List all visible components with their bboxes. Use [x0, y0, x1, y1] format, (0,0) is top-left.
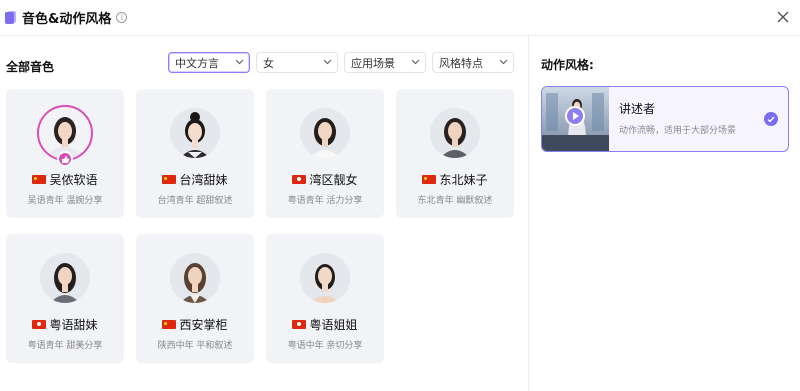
motion-style-name: 讲述者: [619, 102, 656, 116]
close-icon[interactable]: [776, 10, 790, 24]
voice-avatar: [300, 108, 350, 158]
cn-flag-icon: [162, 320, 177, 329]
voice-tags: 粤语青年 甜美分享: [27, 341, 103, 351]
voice-card[interactable]: 东北妹子 东北青年 幽默叙述: [396, 89, 514, 218]
voice-tags: 东北青年 幽默叙述: [417, 196, 493, 206]
cn-flag-icon: [162, 175, 177, 184]
app-logo-icon: [5, 10, 17, 25]
voice-name: 粤语甜妹: [49, 318, 98, 332]
voice-panel: 全部音色 中文方言 女 应用场景 风格特点 吴侬软语 吴语青年 温婉分享 台湾甜…: [0, 36, 528, 391]
voice-name: 西安掌柜: [179, 318, 228, 332]
voice-section-title: 全部音色: [6, 60, 55, 74]
hk-flag-icon: [292, 175, 307, 184]
motion-style-card[interactable]: 讲述者 动作流畅，适用于大部分场景: [541, 86, 789, 152]
motion-preview-thumbnail: [542, 87, 609, 151]
filter-gender[interactable]: 女: [256, 52, 338, 73]
thumbs-up-icon: [57, 151, 73, 167]
filter-scene[interactable]: 应用场景: [344, 52, 426, 73]
dialog-title: 音色&动作风格: [22, 12, 112, 27]
voice-avatar: [430, 108, 480, 158]
hk-flag-icon: [32, 320, 47, 329]
voice-card[interactable]: 粤语姐姐 粤语中年 亲切分享: [266, 234, 384, 363]
voice-avatar: [40, 253, 90, 303]
chevron-down-icon: [499, 59, 508, 65]
voice-card[interactable]: 吴侬软语 吴语青年 温婉分享: [6, 89, 124, 218]
chevron-down-icon: [235, 59, 244, 65]
voice-name: 粤语姐姐: [309, 318, 358, 332]
voice-card[interactable]: 西安掌柜 陕西中年 平和叙述: [136, 234, 254, 363]
filter-style-label: 风格特点: [439, 56, 483, 70]
cn-flag-icon: [32, 175, 47, 184]
voice-name: 湾区靓女: [309, 173, 358, 187]
voice-avatar: [300, 253, 350, 303]
chevron-down-icon: [411, 59, 420, 65]
voice-tags: 陕西中年 平和叙述: [157, 341, 233, 351]
voice-avatar: [170, 108, 220, 158]
voice-name: 台湾甜妹: [179, 173, 228, 187]
voice-tags: 粤语青年 活力分享: [287, 196, 363, 206]
voice-tags: 粤语中年 亲切分享: [287, 341, 363, 351]
filter-style[interactable]: 风格特点: [432, 52, 514, 73]
filter-gender-label: 女: [263, 56, 274, 70]
voice-name: 吴侬软语: [49, 173, 98, 187]
panel-divider: [528, 36, 529, 391]
motion-section-title: 动作风格:: [541, 58, 594, 72]
check-icon: [764, 112, 778, 126]
cn-flag-icon: [422, 175, 437, 184]
play-icon[interactable]: [565, 106, 585, 126]
motion-style-desc: 动作流畅，适用于大部分场景: [619, 126, 737, 136]
voice-card[interactable]: 粤语甜妹 粤语青年 甜美分享: [6, 234, 124, 363]
chevron-down-icon: [323, 59, 332, 65]
hk-flag-icon: [292, 320, 307, 329]
voice-tags: 吴语青年 温婉分享: [27, 196, 103, 206]
filter-dialect-label: 中文方言: [175, 56, 219, 70]
dialog-header: 音色&动作风格 i: [0, 0, 800, 36]
filter-dialect[interactable]: 中文方言: [168, 52, 250, 73]
filter-scene-label: 应用场景: [351, 56, 395, 70]
voice-avatar: [170, 253, 220, 303]
voice-card[interactable]: 台湾甜妹 台湾青年 超甜叙述: [136, 89, 254, 218]
voice-tags: 台湾青年 超甜叙述: [157, 196, 233, 206]
info-icon[interactable]: i: [116, 12, 128, 23]
voice-name: 东北妹子: [439, 173, 488, 187]
voice-card[interactable]: 湾区靓女 粤语青年 活力分享: [266, 89, 384, 218]
